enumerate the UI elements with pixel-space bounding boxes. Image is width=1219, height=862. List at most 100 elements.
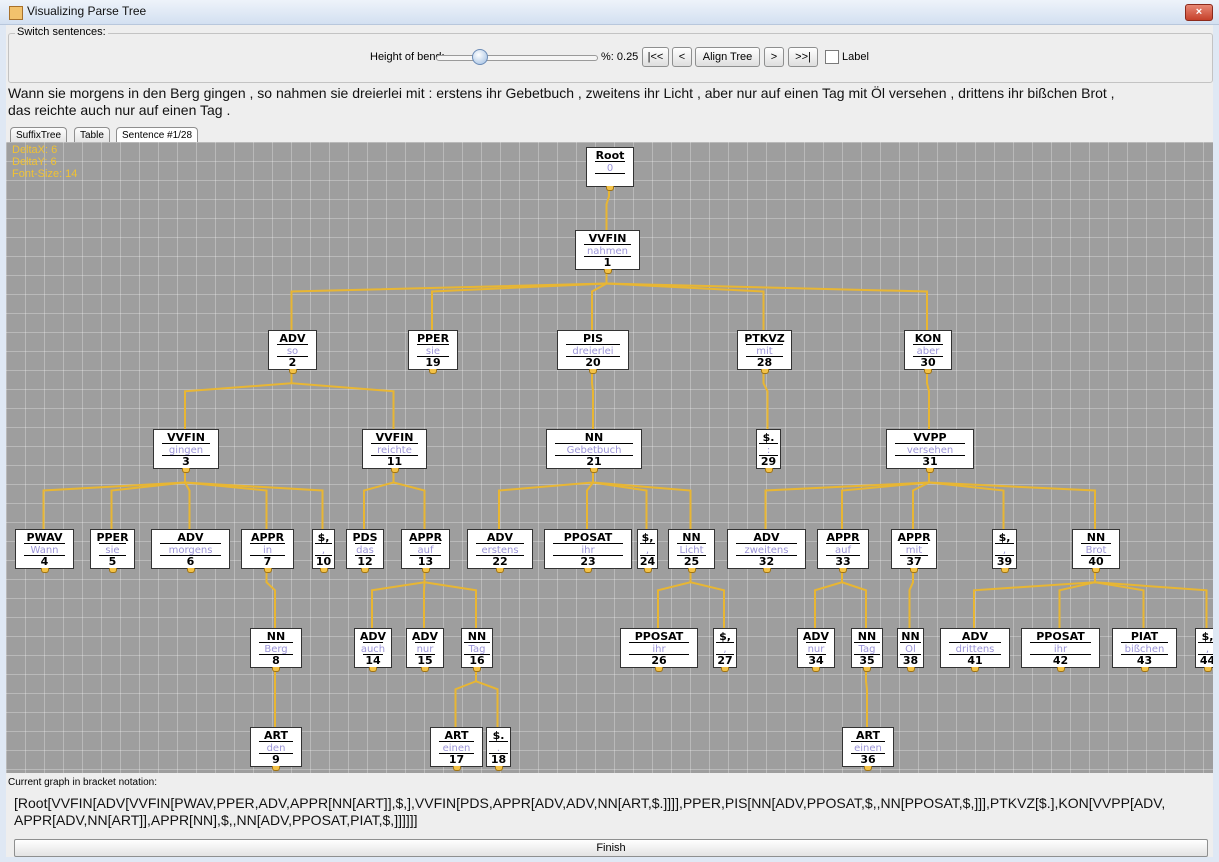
bend-slider-thumb[interactable]	[472, 49, 488, 65]
node-anchor[interactable]	[1203, 667, 1212, 672]
tree-node[interactable]: NN Gebetbuch 21	[546, 429, 642, 473]
tree-node[interactable]: ADV zweitens 32	[727, 529, 806, 573]
finish-button[interactable]: Finish	[14, 839, 1208, 857]
node-anchor[interactable]	[263, 568, 272, 573]
tab-table[interactable]: Table	[74, 127, 110, 142]
tree-node[interactable]: PTKVZ mit 28	[737, 330, 792, 374]
tree-node[interactable]: VVPP versehen 31	[886, 429, 974, 473]
tree-node[interactable]: PPOSAT ihr 23	[544, 529, 632, 573]
tree-node[interactable]: PPOSAT ihr 42	[1021, 628, 1100, 672]
node-anchor[interactable]	[764, 468, 773, 473]
tree-node[interactable]: PWAV Wann 4	[15, 529, 74, 573]
node-anchor[interactable]	[288, 369, 297, 374]
tree-node[interactable]: ADV so 2	[268, 330, 317, 374]
node-anchor[interactable]	[812, 667, 820, 672]
tree-node[interactable]: PIAT bißchen 43	[1112, 628, 1177, 672]
node-anchor[interactable]	[452, 766, 461, 771]
tree-node[interactable]: $,, 44	[1195, 628, 1213, 672]
node-anchor[interactable]	[910, 568, 918, 573]
node-anchor[interactable]	[589, 369, 597, 374]
node-anchor[interactable]	[473, 667, 481, 672]
node-anchor[interactable]	[361, 568, 369, 573]
tree-node[interactable]: $,, 24	[637, 529, 658, 573]
node-anchor[interactable]	[421, 568, 430, 573]
node-anchor[interactable]	[369, 667, 377, 672]
node-anchor[interactable]	[1140, 667, 1149, 672]
tree-node[interactable]: PIS dreierlei 20	[557, 330, 629, 374]
node-anchor[interactable]	[762, 568, 771, 573]
node-anchor[interactable]	[421, 667, 429, 672]
tree-node[interactable]: ADV auch 14	[354, 628, 392, 672]
node-anchor[interactable]	[272, 667, 280, 672]
node-anchor[interactable]	[1092, 568, 1100, 573]
tree-node[interactable]: APPR mit 37	[891, 529, 937, 573]
tree-node[interactable]: ADV nur 34	[797, 628, 835, 672]
node-anchor[interactable]	[864, 766, 872, 771]
parse-tree-canvas[interactable]: DeltaX: 6 DeltaY: 6 Font-Size: 14 Root 0 V…	[6, 142, 1213, 773]
tree-node[interactable]: NN Brot 40	[1072, 529, 1120, 573]
node-anchor[interactable]	[760, 369, 769, 374]
tree-node[interactable]: $,, 39	[992, 529, 1017, 573]
tree-node[interactable]: NN Tag 35	[851, 628, 883, 672]
node-anchor[interactable]	[603, 269, 612, 274]
node-anchor[interactable]	[606, 186, 614, 191]
node-anchor[interactable]	[906, 667, 915, 672]
previous-sentence-button[interactable]: <	[672, 47, 692, 67]
node-anchor[interactable]	[863, 667, 871, 672]
tree-node[interactable]: NN Licht 25	[668, 529, 715, 573]
tree-node[interactable]: VVFIN nahmen 1	[575, 230, 640, 274]
node-anchor[interactable]	[390, 468, 399, 473]
node-anchor[interactable]	[496, 568, 504, 573]
tree-node[interactable]: ART einen 17	[430, 727, 483, 771]
tree-node[interactable]: ADV morgens 6	[151, 529, 230, 573]
node-anchor[interactable]	[1056, 667, 1065, 672]
tree-node[interactable]: APPR auf 33	[817, 529, 869, 573]
tree-node[interactable]: ADV nur 15	[406, 628, 444, 672]
tree-node[interactable]: APPR auf 13	[401, 529, 450, 573]
node-anchor[interactable]	[971, 667, 979, 672]
node-anchor[interactable]	[429, 369, 437, 374]
tab-sentence[interactable]: Sentence #1/28	[116, 127, 199, 142]
tree-node[interactable]: ADV erstens 22	[467, 529, 533, 573]
tree-node[interactable]: VVFIN gingen 3	[153, 429, 219, 473]
node-anchor[interactable]	[926, 468, 934, 473]
tree-node[interactable]: Root 0	[586, 147, 634, 191]
last-sentence-button[interactable]: >>|	[788, 47, 818, 67]
tree-node[interactable]: KON aber 30	[904, 330, 952, 374]
tree-node[interactable]: $,, 10	[312, 529, 335, 573]
tree-node[interactable]: NN Tag 16	[461, 628, 493, 672]
tree-node[interactable]: VVFIN reichte 11	[362, 429, 427, 473]
align-tree-button[interactable]: Align Tree	[695, 47, 760, 67]
node-anchor[interactable]	[494, 766, 503, 771]
bend-slider-track[interactable]	[436, 55, 598, 61]
tree-node[interactable]: ADV drittens 41	[940, 628, 1010, 672]
first-sentence-button[interactable]: |<<	[642, 47, 669, 67]
node-anchor[interactable]	[643, 568, 652, 573]
node-anchor[interactable]	[1000, 568, 1009, 573]
node-anchor[interactable]	[108, 568, 117, 573]
tree-node[interactable]: APPR in 7	[241, 529, 294, 573]
node-anchor[interactable]	[584, 568, 592, 573]
label-checkbox[interactable]	[825, 50, 839, 64]
node-anchor[interactable]	[319, 568, 328, 573]
tree-node[interactable]: ART den 9	[250, 727, 302, 771]
node-anchor[interactable]	[186, 568, 195, 573]
node-anchor[interactable]	[655, 667, 663, 672]
tree-node[interactable]: $.. 18	[486, 727, 511, 771]
node-anchor[interactable]	[40, 568, 49, 573]
tree-node[interactable]: PPOSAT ihr 26	[620, 628, 698, 672]
tree-node[interactable]: PPER sie 19	[408, 330, 458, 374]
tree-node[interactable]: NN Öl 38	[897, 628, 924, 672]
node-anchor[interactable]	[721, 667, 729, 672]
tree-node[interactable]: ART einen 36	[842, 727, 894, 771]
tree-node[interactable]: NN Berg 8	[250, 628, 302, 672]
node-anchor[interactable]	[839, 568, 847, 573]
close-button[interactable]: ×	[1185, 4, 1213, 21]
tab-suffixtree[interactable]: SuffixTree	[10, 127, 68, 142]
tree-node[interactable]: PPER sie 5	[90, 529, 135, 573]
node-anchor[interactable]	[687, 568, 696, 573]
tree-node[interactable]: $,, 27	[713, 628, 737, 672]
tree-node[interactable]: PDS das 12	[346, 529, 384, 573]
tree-node[interactable]: $.:29	[756, 429, 781, 473]
node-anchor[interactable]	[272, 766, 280, 771]
